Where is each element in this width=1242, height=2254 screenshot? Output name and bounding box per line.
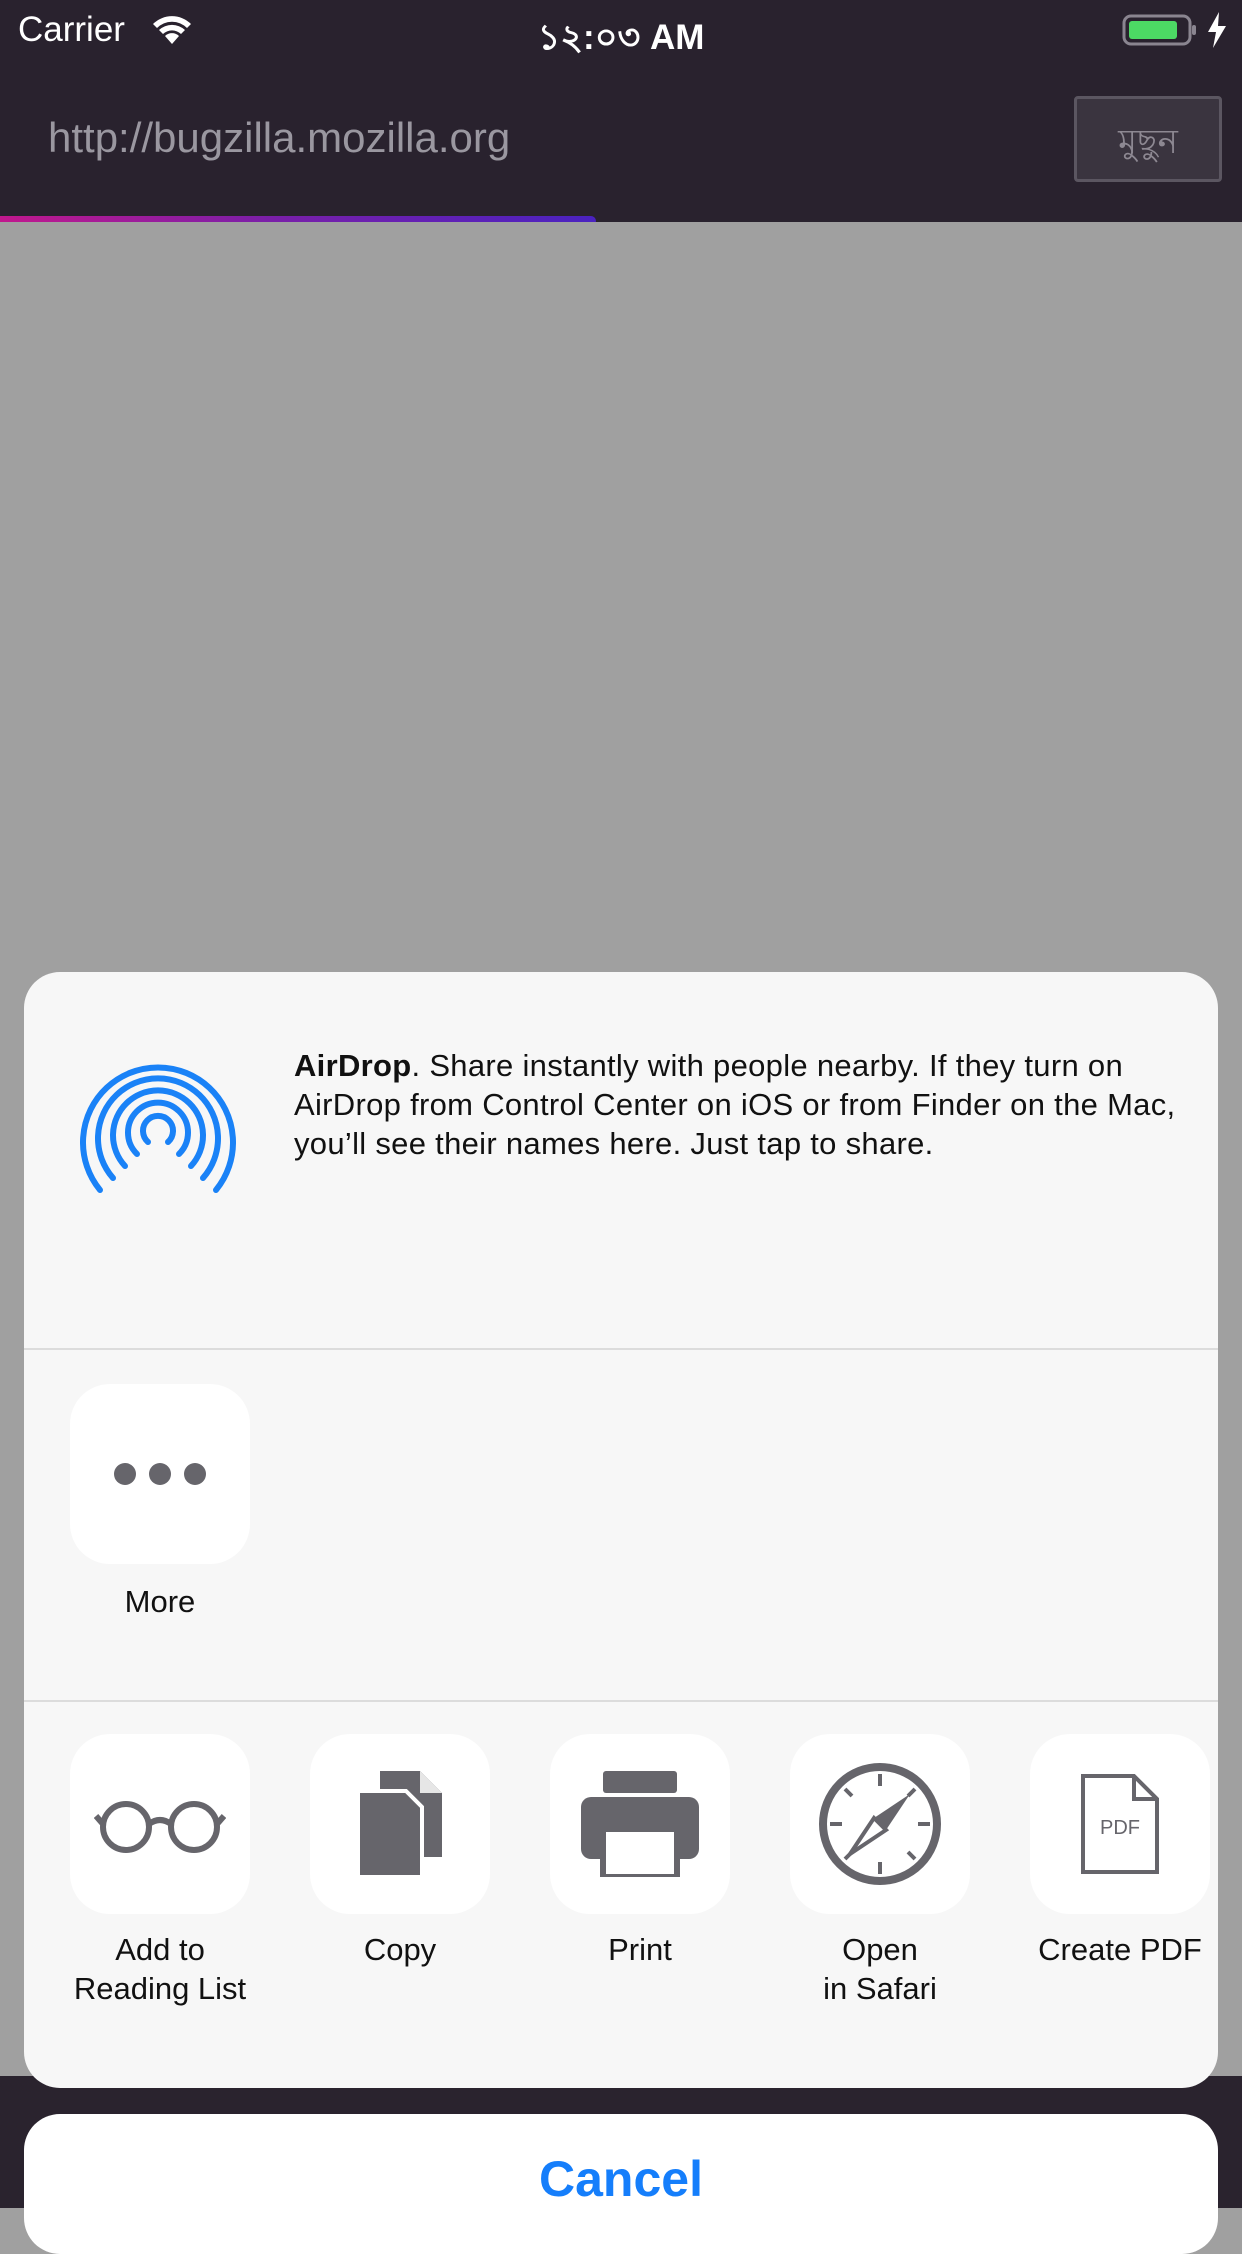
- pdf-badge-text: PDF: [1100, 1817, 1140, 1839]
- cancel-button[interactable]: Cancel: [24, 2114, 1218, 2254]
- compass-icon: [819, 1763, 941, 1885]
- url-field[interactable]: http://bugzilla.mozilla.org: [48, 114, 510, 162]
- share-sheet: AirDrop. Share instantly with people nea…: [24, 972, 1218, 2088]
- airdrop-title: AirDrop: [294, 1048, 412, 1083]
- printer-icon: [581, 1771, 699, 1877]
- open-in-safari-label: Open in Safari: [823, 1932, 937, 2006]
- add-to-reading-list-label: Add to Reading List: [73, 1932, 247, 2006]
- airdrop-section: AirDrop. Share instantly with people nea…: [24, 972, 1218, 1348]
- print-button[interactable]: [550, 1734, 730, 1914]
- create-pdf-label: Create PDF: [1038, 1932, 1202, 1967]
- airdrop-body: . Share instantly with people nearby. If…: [294, 1048, 1176, 1161]
- cancel-url-button[interactable]: মুছুন: [1074, 96, 1222, 182]
- copy-button[interactable]: [310, 1734, 490, 1914]
- cancel-label: Cancel: [539, 2151, 703, 2207]
- create-pdf-button[interactable]: PDF: [1030, 1734, 1210, 1914]
- action-row: Add to Reading List Copy Print Open in S…: [24, 1702, 1218, 2088]
- more-share-button[interactable]: [70, 1384, 250, 1564]
- glasses-icon: [94, 1801, 226, 1853]
- more-label: More: [124, 1584, 196, 1619]
- share-row: More: [24, 1350, 1218, 1700]
- print-label: Print: [608, 1932, 672, 1967]
- copy-label: Copy: [363, 1932, 437, 1967]
- copy-icon: [358, 1771, 442, 1877]
- browser-toolbar: http://bugzilla.mozilla.org মুছুন: [0, 62, 1242, 222]
- battery-icon: [1122, 14, 1196, 46]
- status-bar: Carrier ১২:০৩ AM: [0, 0, 1242, 62]
- clock: ১২:০৩ AM: [537, 18, 705, 57]
- open-in-safari-button[interactable]: [790, 1734, 970, 1914]
- pdf-icon: PDF: [1081, 1774, 1159, 1874]
- more-icon: [114, 1463, 206, 1485]
- airdrop-description: AirDrop. Share instantly with people nea…: [294, 1046, 1184, 1163]
- charging-icon: [1208, 12, 1226, 48]
- add-to-reading-list-button[interactable]: [70, 1734, 250, 1914]
- airdrop-icon: [80, 1064, 236, 1193]
